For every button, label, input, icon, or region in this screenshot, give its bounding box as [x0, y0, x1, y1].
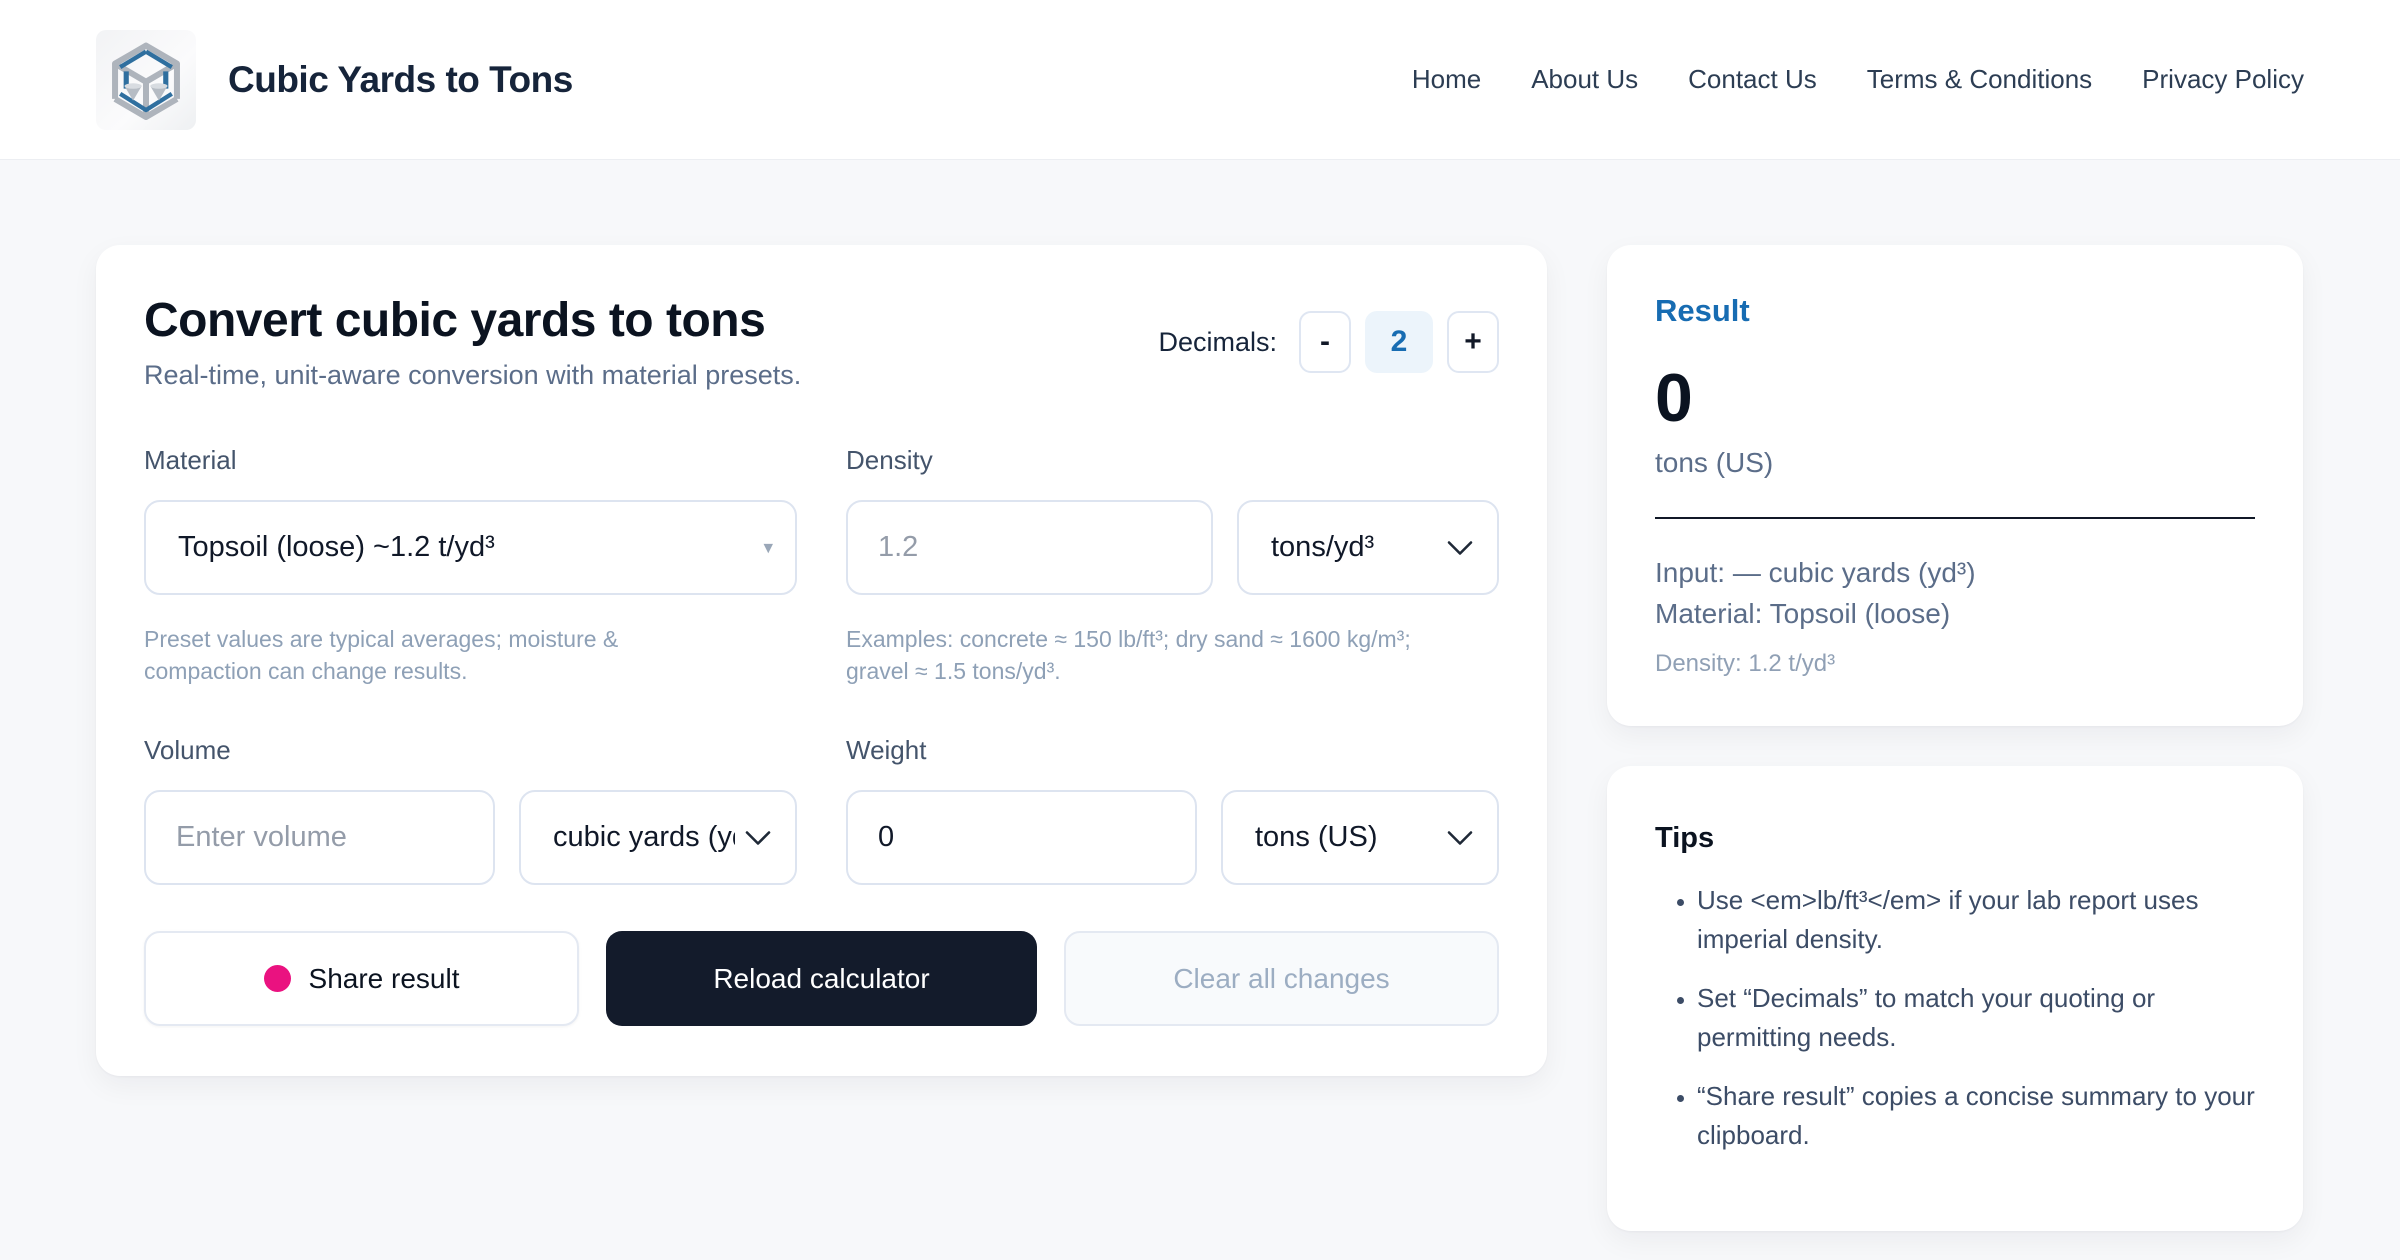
clear-all-changes-button[interactable]: Clear all changes	[1064, 931, 1499, 1027]
result-material-line: Material: Topsoil (loose)	[1655, 597, 1951, 629]
volume-input[interactable]	[144, 790, 495, 886]
nav-privacy[interactable]: Privacy Policy	[2142, 64, 2304, 95]
density-field-group: Density tons/yd³ Examples: concrete ≈ 15…	[846, 445, 1499, 687]
density-help-text: Examples: concrete ≈ 150 lb/ft³; dry san…	[846, 626, 1411, 685]
page-title: Convert cubic yards to tons	[144, 294, 766, 347]
nav-about[interactable]: About Us	[1531, 64, 1638, 95]
chevron-down-icon	[745, 821, 771, 854]
tips-item: “Share result” copies a concise summary …	[1697, 1077, 2255, 1155]
main-content: Convert cubic yards to tons Real-time, u…	[0, 160, 2400, 1232]
reload-calculator-button[interactable]: Reload calculator	[606, 931, 1037, 1027]
weight-unit-select[interactable]: tons (US)	[1221, 790, 1499, 886]
weight-label: Weight	[846, 735, 927, 766]
weight-field-group: Weight tons (US)	[846, 735, 1499, 886]
result-density-line: Density: 1.2 t/yd³	[1655, 650, 1836, 678]
material-help-text: Preset values are typical averages; mois…	[144, 626, 619, 685]
cube-logo-icon	[96, 29, 196, 130]
side-column: Result 0 tons (US) Input: — cubic yards …	[1607, 245, 2303, 1232]
page-subtitle: Real-time, unit-aware conversion with ma…	[144, 360, 802, 390]
result-input-line: Input: — cubic yards (yd³)	[1655, 557, 1976, 588]
decimals-label: Decimals:	[1158, 326, 1277, 357]
result-heading: Result	[1655, 293, 1750, 328]
nav-terms[interactable]: Terms & Conditions	[1867, 64, 2092, 95]
site-title: Cubic Yards to Tons	[228, 58, 573, 100]
material-label: Material	[144, 445, 237, 475]
decimals-value: 2	[1365, 311, 1433, 373]
calculator-card: Convert cubic yards to tons Real-time, u…	[96, 245, 1547, 1077]
tips-list: Use <em>lb/ft³</em> if your lab report u…	[1655, 881, 2255, 1155]
decimals-increase-button[interactable]: +	[1447, 311, 1499, 373]
weight-input[interactable]	[846, 790, 1197, 886]
nav-home[interactable]: Home	[1412, 64, 1481, 95]
density-unit-select[interactable]: tons/yd³	[1237, 500, 1499, 595]
result-divider	[1655, 517, 2255, 519]
chevron-down-icon	[1447, 531, 1473, 564]
volume-unit-select[interactable]: cubic yards (yd³)	[519, 790, 797, 886]
decimals-stepper: Decimals: - 2 +	[1158, 311, 1499, 373]
chevron-down-icon	[1447, 821, 1473, 854]
tips-item: Use <em>lb/ft³</em> if your lab report u…	[1697, 881, 2255, 959]
density-unit-value: tons/yd³	[1271, 531, 1375, 563]
site-brand[interactable]: Cubic Yards to Tons	[96, 29, 573, 130]
calc-title-block: Convert cubic yards to tons Real-time, u…	[144, 293, 801, 391]
density-label: Density	[846, 445, 933, 475]
main-nav: Home About Us Contact Us Terms & Conditi…	[1412, 64, 2304, 95]
weight-unit-value: tons (US)	[1255, 821, 1378, 854]
result-value: 0	[1655, 360, 1693, 436]
share-result-label: Share result	[308, 962, 460, 994]
density-input[interactable]	[846, 500, 1213, 595]
material-selected-value: Topsoil (loose) ~1.2 t/yd³	[178, 531, 495, 563]
share-result-button[interactable]: Share result	[144, 931, 579, 1027]
material-select[interactable]: Topsoil (loose) ~1.2 t/yd³ ▾	[144, 500, 797, 595]
volume-label: Volume	[144, 735, 231, 766]
site-header: Cubic Yards to Tons Home About Us Contac…	[0, 0, 2400, 160]
nav-contact[interactable]: Contact Us	[1688, 64, 1817, 95]
volume-unit-value: cubic yards (yd³)	[553, 821, 735, 854]
pink-dot-icon	[263, 965, 291, 993]
decimals-decrease-button[interactable]: -	[1299, 311, 1351, 373]
result-unit: tons (US)	[1655, 447, 1774, 478]
tips-item: Set “Decimals” to match your quoting or …	[1697, 979, 2255, 1057]
select-arrow-icon: ▾	[763, 537, 773, 558]
tips-heading: Tips	[1655, 822, 1715, 855]
result-card: Result 0 tons (US) Input: — cubic yards …	[1607, 245, 2303, 727]
volume-field-group: Volume cubic yards (yd³)	[144, 735, 797, 886]
material-field-group: Material Topsoil (loose) ~1.2 t/yd³ ▾ Pr…	[144, 445, 797, 687]
tips-card: Tips Use <em>lb/ft³</em> if your lab rep…	[1607, 766, 2303, 1232]
